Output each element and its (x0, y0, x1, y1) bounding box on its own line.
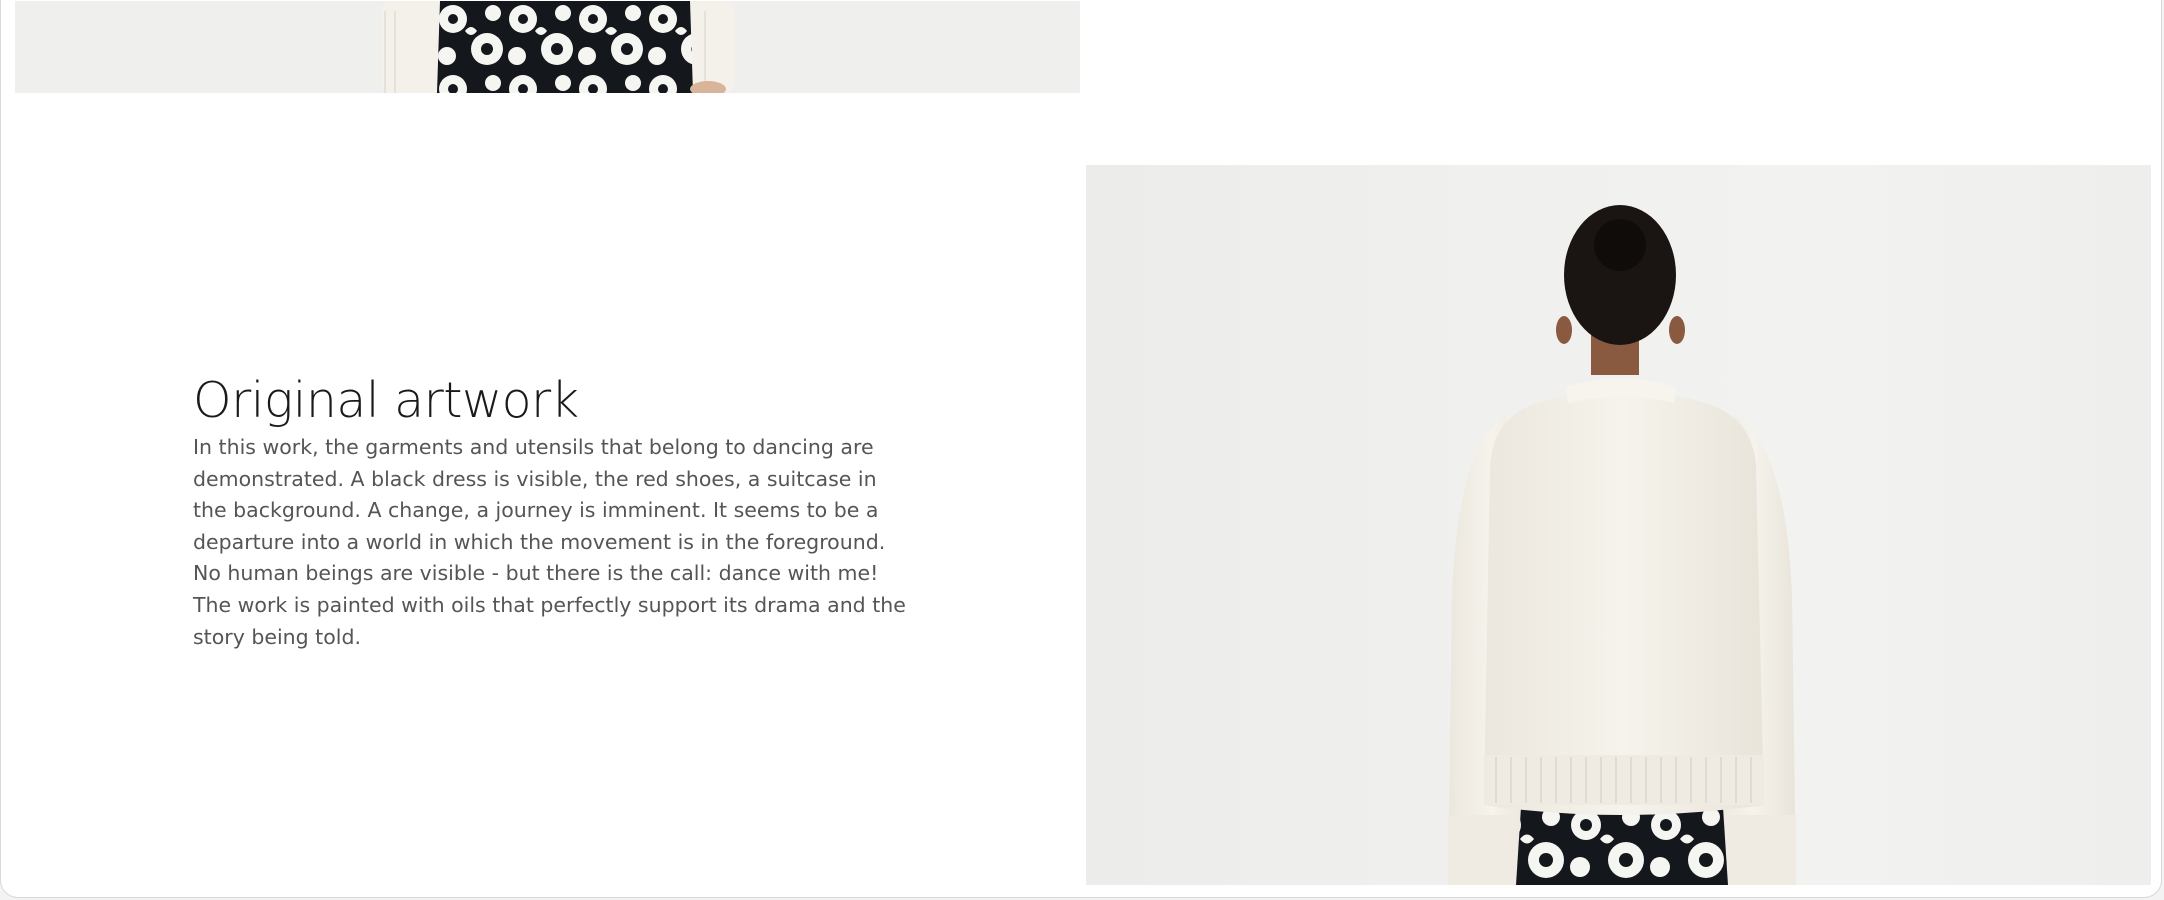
product-image-main[interactable] (1086, 165, 2151, 885)
section-description: In this work, the garments and utensils … (193, 435, 906, 649)
model-back-illustration (1448, 205, 1796, 885)
section-title: Original artwork (193, 372, 579, 429)
product-image-top[interactable] (15, 1, 1080, 93)
model-front-illustration (381, 1, 735, 93)
page-frame: Original artwork In this work, the garme… (0, 0, 2162, 898)
